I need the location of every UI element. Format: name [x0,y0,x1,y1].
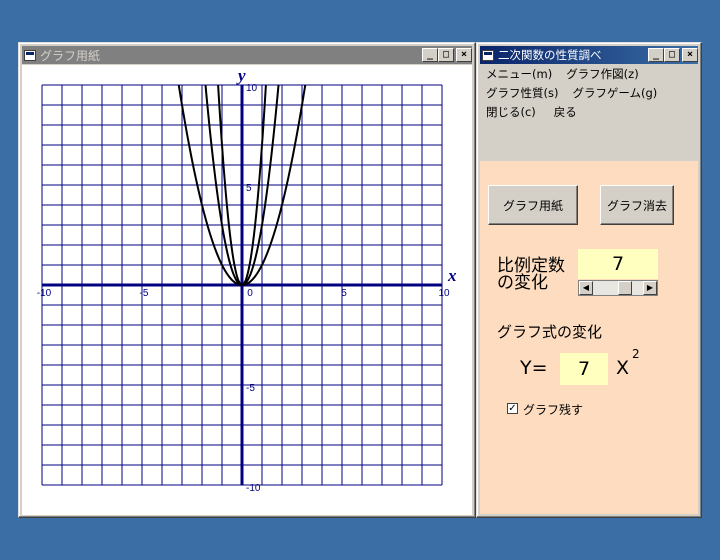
maximize-button[interactable]: □ [438,48,454,62]
coef-value-box: 7 [578,249,658,279]
x-tick-label: 0 [247,288,253,299]
close-button[interactable]: × [456,48,472,62]
menu-item-back[interactable]: 戻る [554,103,577,122]
graph-window-title: グラフ用紙 [40,48,101,63]
y-axis-label: y [236,66,246,85]
app-icon [482,49,494,61]
graph-window-titlebar[interactable]: グラフ用紙 _ □ × [22,46,472,64]
graph-window: グラフ用紙 _ □ × -10 -5 0 5 10 10 5 -5 -10 x y [18,42,476,518]
graph-clear-button[interactable]: グラフ消去 [600,185,674,225]
coef-slider[interactable]: ◀ ▶ [578,280,658,296]
slider-thumb[interactable] [618,281,633,295]
graph-area: -10 -5 0 5 10 10 5 -5 -10 x y [22,65,472,515]
menu-item-graph-game[interactable]: グラフゲーム(g) [572,84,657,103]
y-tick-label: -10 [246,483,261,494]
formula-exponent: 2 [632,347,640,361]
scroll-left-icon[interactable]: ◀ [579,281,593,295]
y-tick-label: 5 [246,183,252,194]
x-tick-label: -10 [37,288,52,299]
formula-heading: グラフ式の変化 [497,323,603,341]
graph-paper: -10 -5 0 5 10 10 5 -5 -10 x y [22,65,472,515]
minimize-button[interactable]: _ [648,48,664,62]
control-window-title: 二次関数の性質調べ [498,48,602,62]
menu-bar: メニュー(m) グラフ作図(z) グラフ性質(s) グラフゲーム(g) 閉じる(… [480,65,698,122]
menu-item-menu[interactable]: メニュー(m) [486,65,552,84]
control-panel: グラフ用紙 グラフ消去 比例定数 の変化 7 ◀ ▶ グラフ式の変化 Y= 7 … [480,161,698,514]
minimize-button[interactable]: _ [422,48,438,62]
close-button[interactable]: × [682,48,698,62]
x-tick-label: 10 [438,288,450,299]
app-icon [24,49,36,61]
formula-prefix: Y= [520,357,548,379]
keep-graph-checkbox[interactable]: ✓ [507,403,518,414]
menu-item-graph-draw[interactable]: グラフ作図(z) [566,65,639,84]
coef-label: 比例定数 の変化 [497,256,565,293]
y-tick-label: -5 [246,383,255,394]
formula-value-box: 7 [560,353,608,385]
maximize-button[interactable]: □ [664,48,680,62]
formula-variable: X [616,357,630,379]
graph-paper-button[interactable]: グラフ用紙 [488,185,578,225]
control-window-titlebar[interactable]: 二次関数の性質調べ _ □ × [480,46,698,64]
control-window: 二次関数の性質調べ _ □ × メニュー(m) グラフ作図(z) グラフ性質(s… [476,42,702,518]
menu-item-graph-property[interactable]: グラフ性質(s) [486,84,558,103]
y-tick-label: 10 [246,83,258,94]
x-tick-label: -5 [140,288,149,299]
scroll-right-icon[interactable]: ▶ [643,281,657,295]
x-tick-label: 5 [341,288,347,299]
keep-graph-label[interactable]: グラフ残す [523,401,583,418]
menu-item-close[interactable]: 閉じる(c) [486,103,536,122]
x-axis-label: x [447,266,457,285]
